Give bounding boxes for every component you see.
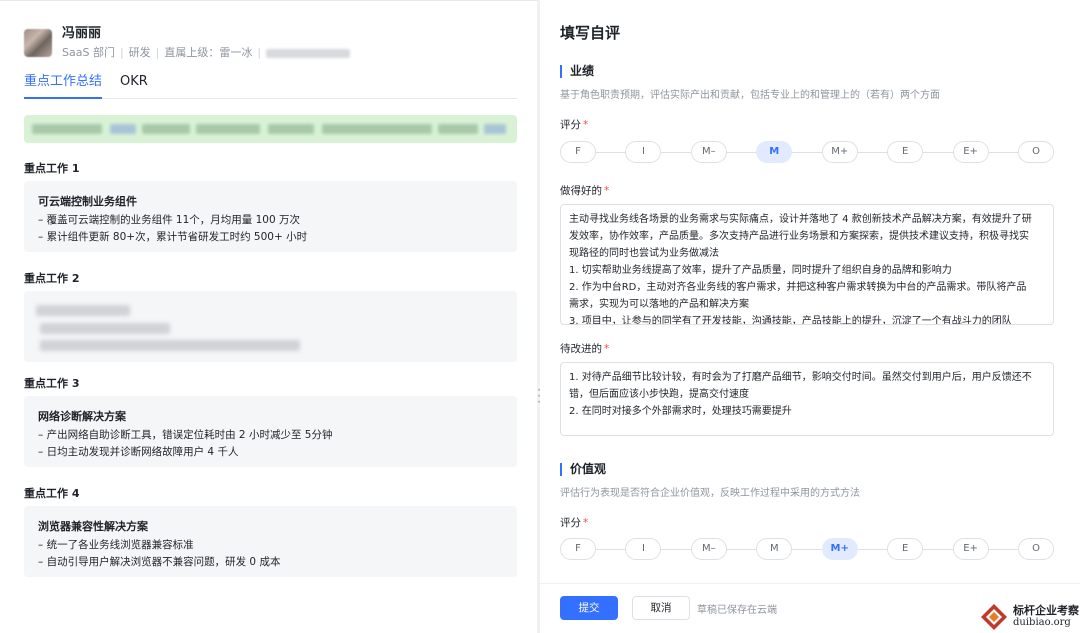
performance-rating-scale: F I M– M M+ E E+ O (560, 141, 1054, 163)
profile-meta: SaaS 部门 | 研发 | 直属上级：雷一冰 | (62, 45, 351, 61)
textarea-line: 主动寻找业务线各场景的业务需求与实际痛点，设计并落地了 4 款创新技术产品解决方… (569, 214, 1032, 225)
work-card-4: 浏览器兼容性解决方案 – 统一了各业务线浏览器兼容标准 – 自动引导用户解决浏览… (24, 506, 517, 577)
textarea-line: 1. 对待产品细节比较计较，有时会为了打磨产品细节，影响交付时间。虽然交付到用户… (569, 372, 1032, 383)
good-textarea[interactable]: 主动寻找业务线各场景的业务需求与实际痛点，设计并落地了 4 款创新技术产品解决方… (560, 204, 1054, 325)
required-mark: * (604, 343, 610, 355)
work-line: – 统一了各业务线浏览器兼容标准 (38, 539, 194, 551)
textarea-line: 2. 在同时对接多个外部需求时，处理技巧需要提升 (569, 406, 792, 417)
watermark-url: duibiao.org (1013, 617, 1071, 628)
meta-separator: | (155, 46, 160, 59)
submit-button[interactable]: 提交 (560, 596, 618, 620)
meta-separator: | (119, 46, 124, 59)
performance-rating-option[interactable]: I (625, 141, 662, 163)
label-text: 待改进的 (560, 343, 602, 355)
required-mark: * (604, 185, 610, 197)
work-line: – 日均主动发现并诊断网络故障用户 4 千人 (38, 446, 239, 458)
textarea-line: 1. 切实帮助业务线提高了效率，提升了产品质量，同时提升了组织自身的品牌和影响力 (569, 265, 952, 276)
performance-rating-option[interactable]: E+ (952, 141, 989, 163)
improve-label: 待改进的 * (560, 341, 609, 356)
performance-desc: 基于角色职责预期，评估实际产出和贡献，包括专业上的和管理上的（若有）两个方面 (560, 90, 940, 101)
work-heading-1: 重点工作 1 (24, 162, 80, 175)
redacted-text (36, 305, 130, 316)
performance-rating-option[interactable]: E (887, 141, 924, 163)
work-heading-3: 重点工作 3 (24, 377, 80, 390)
performance-rating-option[interactable]: M– (690, 141, 727, 163)
label-text: 评分 (560, 517, 581, 529)
good-label: 做得好的 * (560, 183, 609, 198)
draft-status: 草稿已保存在云端 (697, 605, 777, 616)
profile-role: 研发 (128, 46, 151, 59)
form-title: 填写自评 (560, 24, 621, 42)
profile-dept: SaaS 部门 (62, 46, 115, 59)
profile-manager: 直属上级：雷一冰 (164, 46, 253, 59)
redacted-banner (24, 115, 517, 143)
textarea-line: 错，但后面应该小步快跑，提高交付速度 (569, 389, 749, 400)
meta-separator: | (257, 46, 262, 59)
tab-work-summary[interactable]: 重点工作总结 (24, 69, 103, 99)
performance-rating-option[interactable]: O (1018, 141, 1054, 163)
values-rating-option[interactable]: I (625, 538, 662, 560)
performance-rating-option[interactable]: M (756, 141, 793, 163)
work-title-1: 可云端控制业务组件 (38, 195, 137, 208)
work-card-1: 可云端控制业务组件 – 覆盖可云端控制的业务组件 11个，月均用量 100 万次… (24, 181, 517, 252)
redacted-text (40, 323, 170, 334)
textarea-line: 2. 作为中台RD，主动对齐各业务线的客户需求，并把这种客户需求转换为中台的产品… (569, 282, 1027, 293)
performance-heading: 业绩 (560, 65, 594, 78)
cancel-button[interactable]: 取消 (632, 596, 690, 620)
label-text: 做得好的 (560, 185, 602, 197)
work-heading-2: 重点工作 2 (24, 272, 80, 285)
avatar (24, 29, 52, 57)
values-rating-option[interactable]: M– (690, 538, 727, 560)
left-pane: 冯丽丽 SaaS 部门 | 研发 | 直属上级：雷一冰 | 重点工作总结 OKR… (0, 0, 537, 633)
values-rating-option[interactable]: M (756, 538, 793, 560)
textarea-line: 需求，实现为可以落地的产品和解决方案 (569, 299, 749, 310)
values-desc: 评估行为表现是否符合企业价值观，反映工作过程中采用的方式方法 (560, 488, 860, 499)
right-pane: 填写自评 业绩 基于角色职责预期，评估实际产出和贡献，包括专业上的和管理上的（若… (540, 0, 1080, 633)
redacted-text (40, 340, 300, 351)
performance-rating-option[interactable]: M+ (821, 141, 858, 163)
values-rating-option[interactable]: E+ (952, 538, 989, 560)
watermark: 标杆企业考察 duibiao.org (980, 600, 1080, 633)
profile-header: 冯丽丽 SaaS 部门 | 研发 | 直属上级：雷一冰 | (24, 23, 351, 63)
performance-rating-option[interactable]: F (560, 141, 596, 163)
watermark-title: 标杆企业考察 (1013, 604, 1079, 617)
required-mark: * (583, 517, 589, 529)
tab-okr[interactable]: OKR (120, 69, 148, 98)
work-card-2 (24, 291, 517, 362)
work-line: – 自动引导用户解决浏览器不兼容问题，研发 0 成本 (38, 556, 281, 568)
profile-name: 冯丽丽 (62, 26, 102, 41)
work-line: – 累计组件更新 80+次，累计节省研发工时约 500+ 小时 (38, 231, 308, 243)
values-rating-option[interactable]: F (560, 538, 596, 560)
work-line: – 覆盖可云端控制的业务组件 11个，月均用量 100 万次 (38, 214, 301, 226)
performance-rating-label: 评分 * (560, 117, 588, 132)
work-line: – 产出网络自助诊断工具，错误定位耗时由 2 小时减少至 5分钟 (38, 429, 333, 441)
work-title-4: 浏览器兼容性解决方案 (38, 520, 148, 533)
work-card-3: 网络诊断解决方案 – 产出网络自助诊断工具，错误定位耗时由 2 小时减少至 5分… (24, 396, 517, 467)
values-rating-scale: F I M– M M+ E E+ O (560, 538, 1054, 560)
tab-bar: 重点工作总结 OKR (24, 69, 517, 99)
required-mark: * (583, 119, 589, 131)
values-rating-option[interactable]: E (887, 538, 924, 560)
values-rating-option[interactable]: O (1018, 538, 1054, 560)
redacted-text (266, 48, 351, 58)
values-heading: 价值观 (560, 463, 606, 476)
work-title-3: 网络诊断解决方案 (38, 410, 126, 423)
values-rating-label: 评分 * (560, 515, 588, 530)
textarea-line: 现路径的同时也尝试为业务做减法 (569, 248, 719, 259)
label-text: 评分 (560, 119, 581, 131)
textarea-line: 3. 项目中，让参与的同学有了开发技能，沟通技能，产品技能上的提升，沉淀了一个有… (569, 316, 1012, 325)
values-rating-option[interactable]: M+ (821, 538, 858, 560)
watermark-logo-icon (981, 603, 1007, 630)
work-heading-4: 重点工作 4 (24, 487, 80, 500)
textarea-line: 发效率，协作效率，产品质量。多次支持产品进行业务场景和方案探索，提供技术建议支持… (569, 231, 1029, 242)
improve-textarea[interactable]: 1. 对待产品细节比较计较，有时会为了打磨产品细节，影响交付时间。虽然交付到用户… (560, 362, 1054, 436)
